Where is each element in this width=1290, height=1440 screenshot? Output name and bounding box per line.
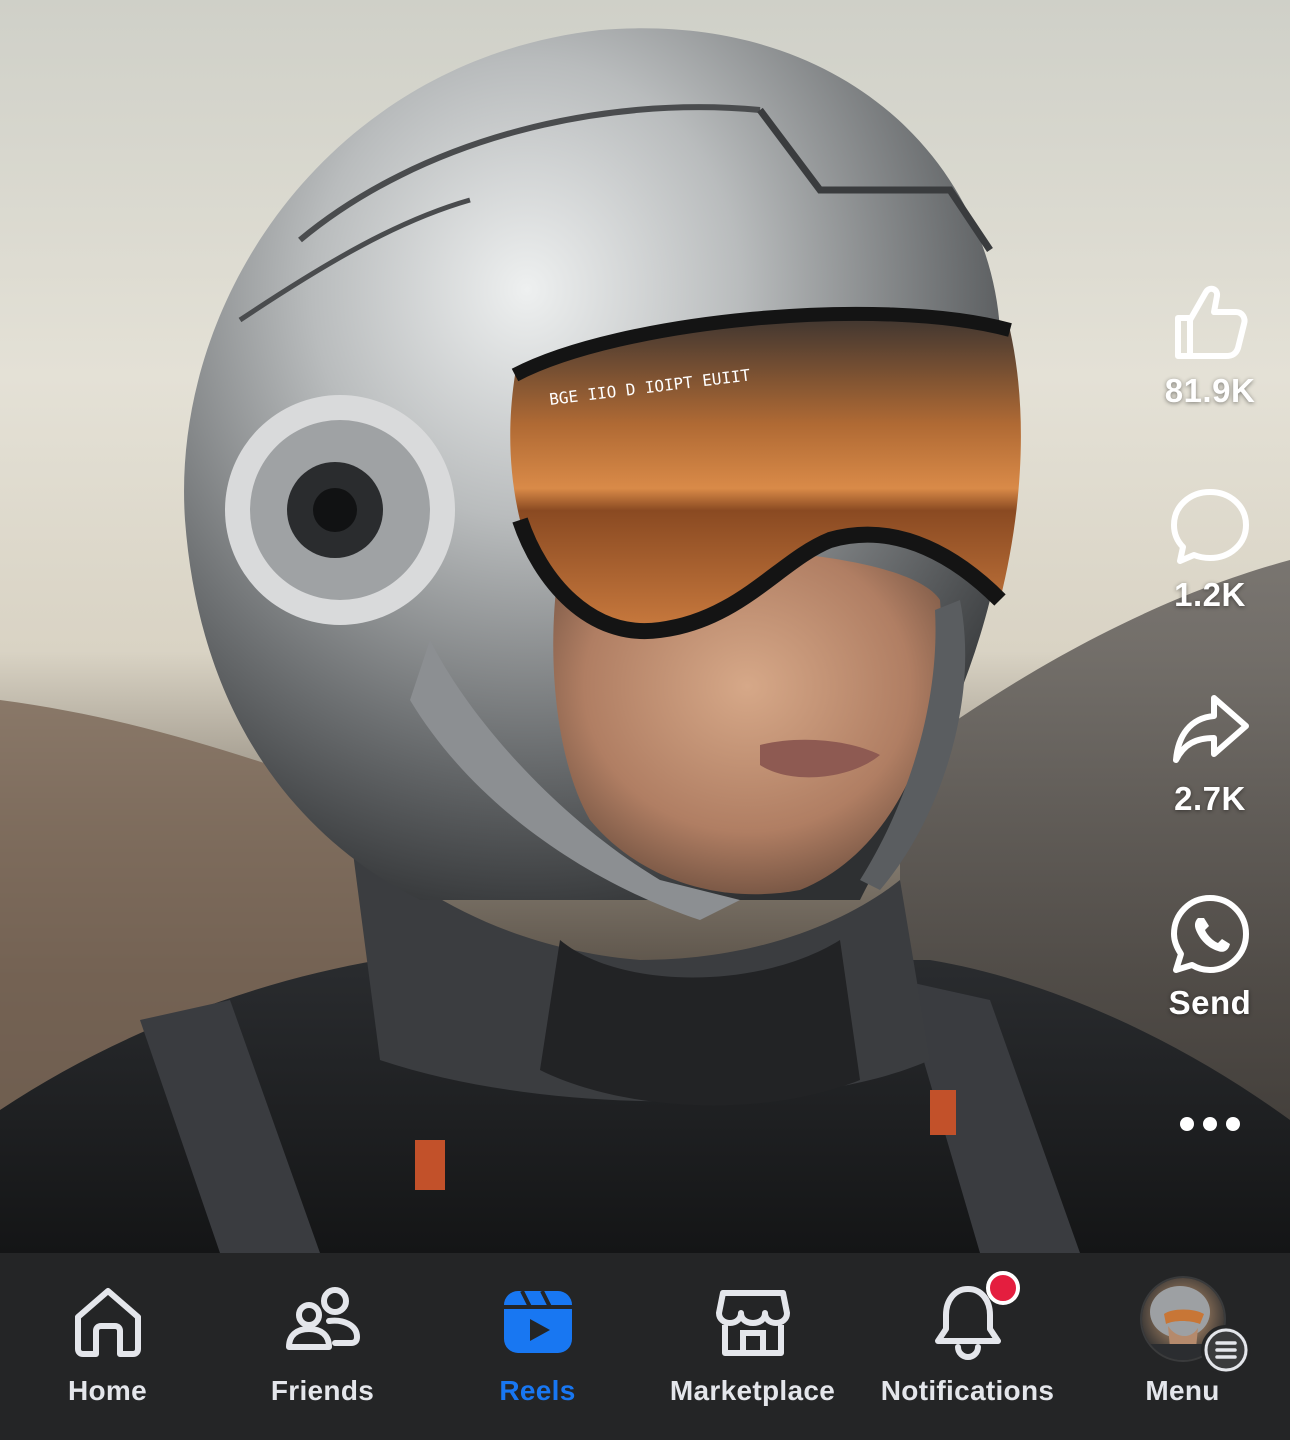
- nav-label-menu: Menu: [1145, 1375, 1220, 1406]
- nav-label-friends: Friends: [270, 1375, 375, 1406]
- nav-item-reels[interactable]: Reels: [430, 1253, 645, 1440]
- nav-item-notifications[interactable]: Notifications: [860, 1253, 1075, 1440]
- nav-label-marketplace: Marketplace: [669, 1375, 836, 1406]
- reel-video[interactable]: BGE IIO D IOIPT EUIIT: [0, 0, 1290, 1253]
- nav-item-home[interactable]: Home: [0, 1253, 215, 1440]
- menu-badge: [1201, 1325, 1251, 1375]
- share-arrow-icon: [1173, 695, 1249, 763]
- send-label: Send: [1168, 984, 1252, 1021]
- whatsapp-icon: [1171, 895, 1249, 973]
- nav-item-menu[interactable]: Menu: [1075, 1253, 1290, 1440]
- reels-icon: [503, 1290, 572, 1353]
- friends-icon: [285, 1287, 360, 1350]
- reels-screen: BGE IIO D IOIPT EUIIT 81.9K 1.2K 2.7K Se…: [0, 0, 1290, 1440]
- nav-label-home: Home: [68, 1375, 147, 1406]
- send-whatsapp-button[interactable]: Send: [1130, 892, 1290, 1022]
- nav-label-reels: Reels: [499, 1375, 576, 1406]
- nav-item-friends[interactable]: Friends: [215, 1253, 430, 1440]
- home-icon: [74, 1288, 141, 1357]
- nav-item-marketplace[interactable]: Marketplace: [645, 1253, 860, 1440]
- share-count: 2.7K: [1174, 780, 1246, 817]
- marketplace-icon: [715, 1290, 790, 1356]
- more-options-icon[interactable]: [1170, 1104, 1250, 1144]
- hamburger-menu-icon: [1204, 1328, 1248, 1372]
- comment-bubble-icon: [1171, 489, 1249, 564]
- share-button[interactable]: 2.7K: [1130, 688, 1290, 818]
- comment-count: 1.2K: [1174, 576, 1246, 613]
- reel-video-frame: BGE IIO D IOIPT EUIIT: [0, 28, 1290, 1253]
- like-count: 81.9K: [1164, 372, 1256, 409]
- thumbs-up-icon: [1175, 285, 1248, 359]
- comment-button[interactable]: 1.2K: [1130, 484, 1290, 614]
- bottom-navigation-bar: Home Friends Reels Marketplace Notificat…: [0, 1253, 1290, 1440]
- nav-label-notifications: Notifications: [880, 1375, 1055, 1406]
- suit-orange-accent: [415, 1140, 445, 1190]
- like-button[interactable]: 81.9K: [1130, 280, 1290, 410]
- notification-badge: [986, 1271, 1020, 1305]
